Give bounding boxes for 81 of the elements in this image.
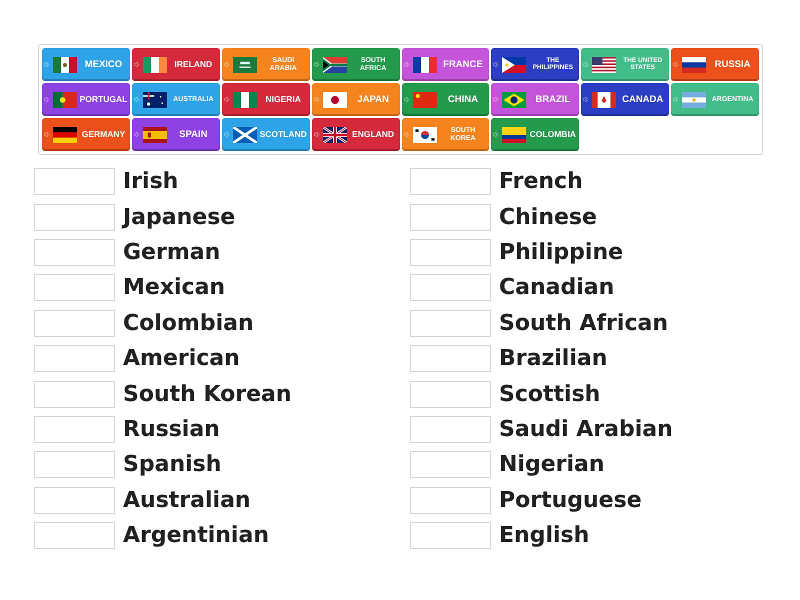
word-tile[interactable]: IRELAND xyxy=(132,48,220,81)
word-tile[interactable]: NIGERIA xyxy=(222,83,310,116)
word-tile[interactable]: SCOTLAND xyxy=(222,118,310,151)
answer-label: American xyxy=(123,345,240,374)
answer-label: French xyxy=(499,168,583,196)
flag-icon xyxy=(682,56,706,72)
word-tile[interactable]: JAPAN xyxy=(312,83,400,116)
word-tile[interactable]: PORTUGAL xyxy=(42,83,130,116)
answer-box[interactable] xyxy=(410,380,491,408)
flag-icon xyxy=(142,126,167,142)
flag-icon xyxy=(592,92,616,108)
flag-icon xyxy=(322,126,347,142)
answer-label: Philippine xyxy=(499,238,624,267)
answer-box[interactable] xyxy=(34,168,115,196)
answer-label: Brazilian xyxy=(499,345,608,374)
answer-box[interactable] xyxy=(410,416,491,443)
answer-label: Russian xyxy=(123,416,220,444)
answer-box[interactable] xyxy=(410,204,491,231)
answer-box[interactable] xyxy=(410,451,491,478)
flag-icon xyxy=(322,92,347,108)
word-tile[interactable]: GERMANY xyxy=(42,118,130,151)
flag-icon xyxy=(502,92,526,108)
answer-box[interactable] xyxy=(410,274,491,302)
answer-label: Australian xyxy=(123,486,251,515)
flag-icon xyxy=(502,126,526,142)
flag-icon xyxy=(53,126,77,142)
answer-box[interactable] xyxy=(34,486,115,514)
flag-icon xyxy=(232,126,257,142)
flag-icon xyxy=(592,56,616,72)
flag-icon xyxy=(502,56,526,72)
answer-label: Spanish xyxy=(123,451,222,480)
flag-icon xyxy=(412,126,436,142)
flag-icon xyxy=(142,56,167,72)
answer-label: German xyxy=(123,238,220,267)
answer-box[interactable] xyxy=(34,451,115,478)
flag-icon xyxy=(53,92,77,108)
answer-box[interactable] xyxy=(410,238,491,266)
flag-icon xyxy=(682,92,706,108)
answer-label: South Korean xyxy=(123,380,292,409)
flag-icon xyxy=(232,56,257,72)
answer-box[interactable] xyxy=(410,310,491,337)
word-tile[interactable]: CANADA xyxy=(581,83,670,116)
answer-box[interactable] xyxy=(410,522,491,550)
answer-label: Nigerian xyxy=(499,451,605,480)
answer-box[interactable] xyxy=(410,345,491,372)
answer-box[interactable] xyxy=(410,486,491,514)
word-tile[interactable]: FRANCE xyxy=(402,48,490,81)
flag-icon xyxy=(322,56,347,72)
answer-box[interactable] xyxy=(34,310,115,337)
answer-label: Scottish xyxy=(499,380,600,409)
answer-box[interactable] xyxy=(34,238,115,266)
answer-label: English xyxy=(499,522,590,550)
answer-label: Mexican xyxy=(123,274,226,302)
word-tile[interactable]: ENGLAND xyxy=(312,118,400,151)
answer-box[interactable] xyxy=(34,416,115,443)
word-tile[interactable]: COLOMBIA xyxy=(491,118,580,151)
answer-label: Chinese xyxy=(499,204,597,232)
word-tile[interactable]: MEXICO xyxy=(42,48,130,81)
answer-label: Canadian xyxy=(499,274,614,302)
word-tile[interactable]: RUSSIA xyxy=(671,48,759,81)
word-tile[interactable]: BRAZIL xyxy=(491,83,580,116)
answer-box[interactable] xyxy=(410,168,491,196)
flag-icon xyxy=(142,92,167,108)
word-tile[interactable]: SPAIN xyxy=(132,118,220,151)
answer-label: Saudi Arabian xyxy=(499,416,673,444)
flag-icon xyxy=(412,56,436,72)
answer-label: Japanese xyxy=(123,204,236,232)
answer-box[interactable] xyxy=(34,522,115,550)
answer-label: Irish xyxy=(123,168,178,196)
flag-icon xyxy=(412,92,436,108)
answer-label: Colombian xyxy=(123,310,254,338)
answer-box[interactable] xyxy=(34,274,115,302)
answer-box[interactable] xyxy=(34,380,115,408)
flag-icon xyxy=(232,92,257,108)
flag-icon xyxy=(53,56,77,72)
answer-label: Portuguese xyxy=(499,486,642,515)
answer-box[interactable] xyxy=(34,204,115,231)
answer-label: Argentinian xyxy=(123,522,269,550)
answer-box[interactable] xyxy=(34,345,115,372)
answer-label: South African xyxy=(499,310,668,338)
word-tile[interactable]: CHINA xyxy=(402,83,490,116)
